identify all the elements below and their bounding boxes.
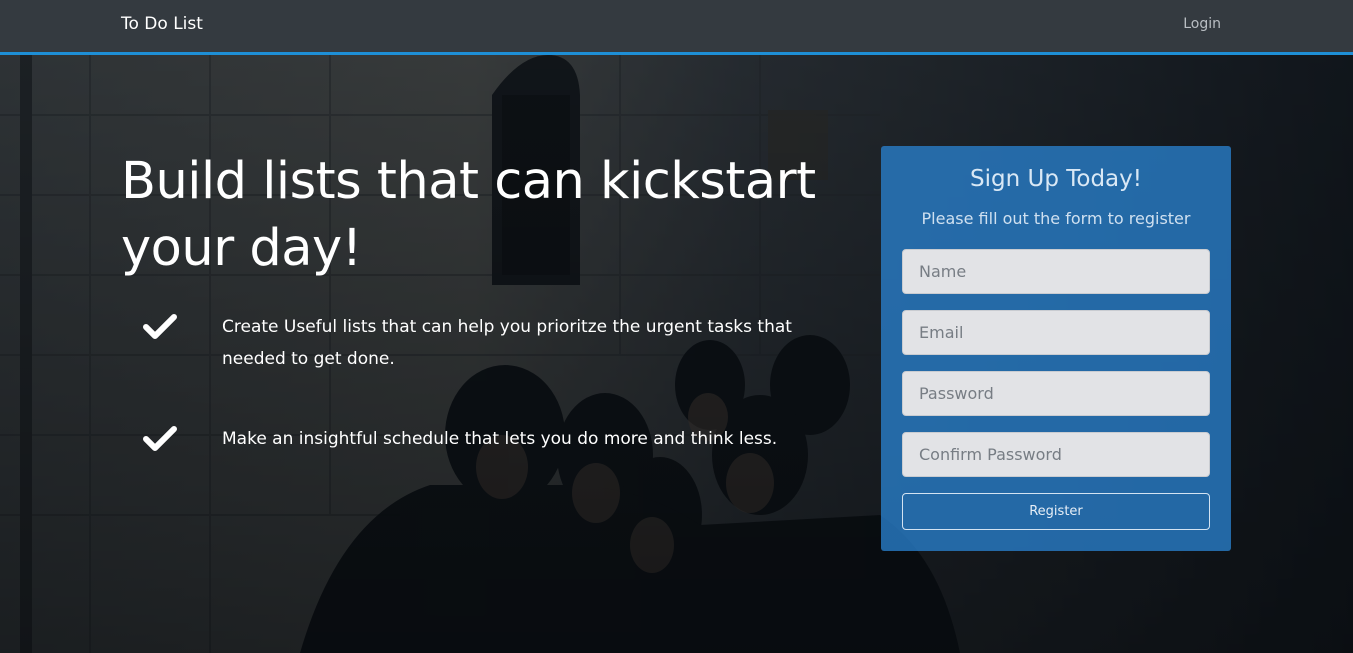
login-link[interactable]: Login <box>1183 16 1221 32</box>
hero-headline: Build lists that can kickstart your day! <box>121 152 816 278</box>
brand-link[interactable]: To Do List <box>121 14 203 34</box>
register-button[interactable]: Register <box>902 493 1210 530</box>
confirm-password-input[interactable] <box>902 432 1210 477</box>
hero-section: Build lists that can kickstart your day!… <box>0 55 1353 653</box>
email-input[interactable] <box>902 310 1210 355</box>
feature-text: Create Useful lists that can help you pr… <box>222 317 792 369</box>
feature-text: Make an insightful schedule that lets yo… <box>222 429 778 449</box>
signup-subtitle: Please fill out the form to register <box>921 209 1191 228</box>
signup-form-panel: Sign Up Today! Please fill out the form … <box>881 146 1231 551</box>
signup-title: Sign Up Today! <box>970 166 1142 192</box>
password-input[interactable] <box>902 371 1210 416</box>
top-navbar: To Do List Login <box>0 0 1353 55</box>
checkmark-icon <box>143 314 177 339</box>
name-input[interactable] <box>902 249 1210 294</box>
checkmark-icon <box>143 426 177 451</box>
